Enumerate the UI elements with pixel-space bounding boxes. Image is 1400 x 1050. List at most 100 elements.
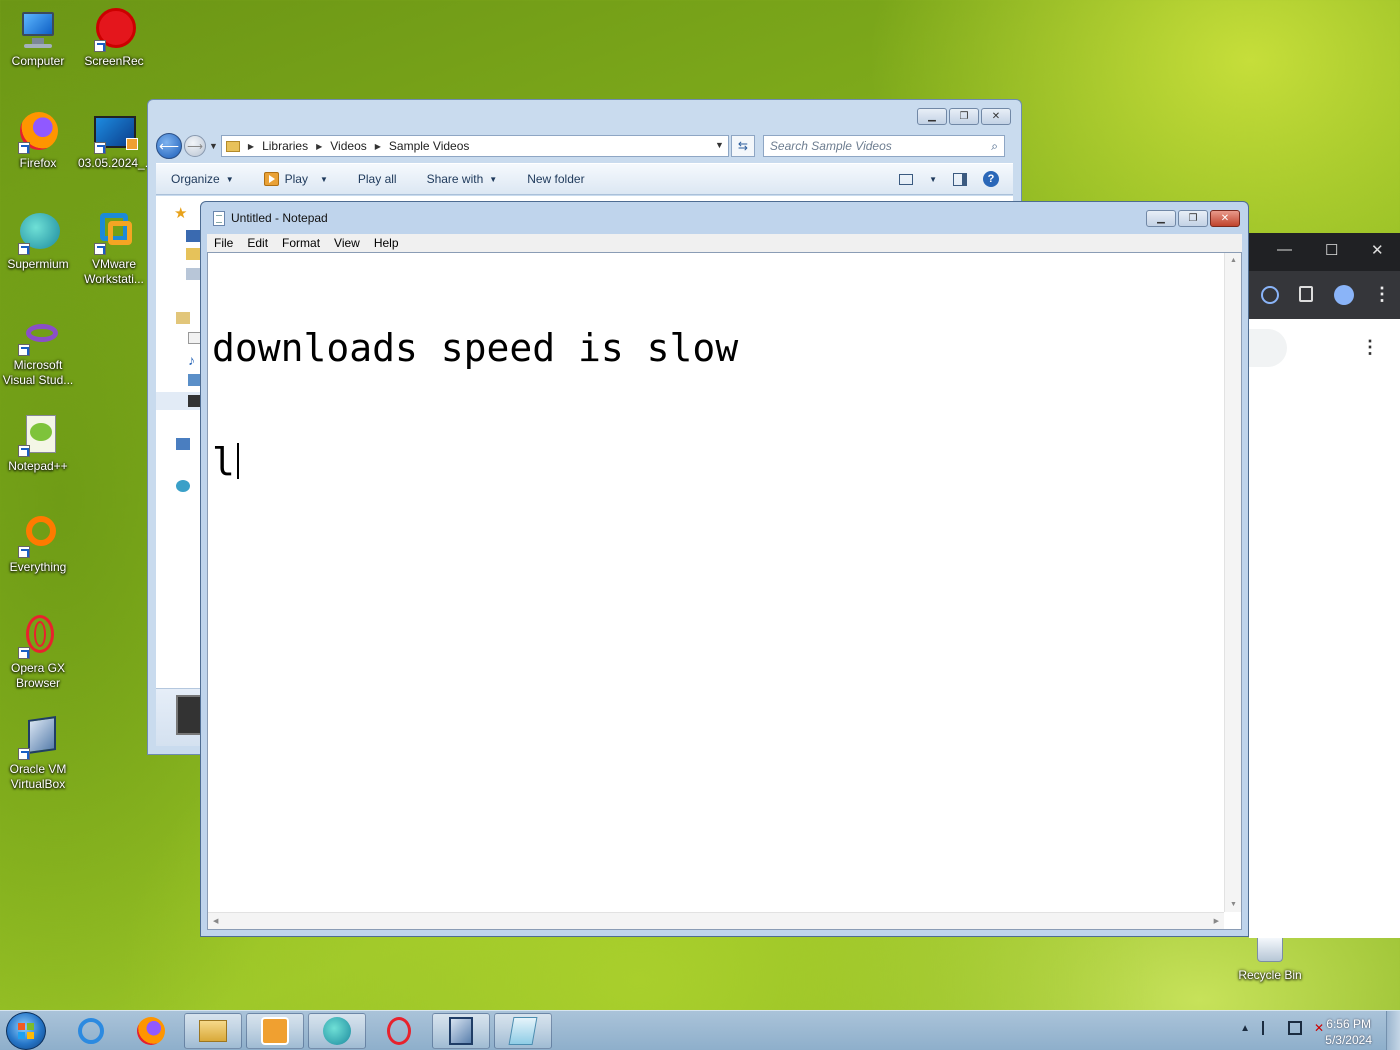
chrome-menu-icon[interactable]: ⋮ — [1373, 285, 1391, 303]
refresh-button[interactable]: ⇆ — [730, 135, 755, 157]
menu-edit[interactable]: Edit — [240, 236, 275, 250]
refresh-icon: ⇆ — [737, 139, 748, 153]
breadcrumb-videos[interactable]: Videos — [330, 139, 366, 153]
firefox-icon — [137, 1017, 165, 1045]
desktop-nav-icon[interactable] — [186, 230, 200, 242]
breadcrumb-libraries[interactable]: Libraries — [262, 139, 308, 153]
share-with-button[interactable]: Share with ▼ — [412, 172, 513, 186]
clock[interactable]: 6:56 PM 5/3/2024 — [1325, 1016, 1372, 1048]
explorer-minimize-button[interactable]: ▁ — [917, 108, 947, 125]
address-bar[interactable]: ▶ Libraries ▶ Videos ▶ Sample Videos ▼ — [220, 135, 729, 157]
explorer-nav-row: ⟵ ⟶ ▼ ▶ Libraries ▶ Videos ▶ Sample Vide… — [156, 133, 1013, 159]
scroll-up-icon[interactable]: ▲ — [1230, 257, 1237, 264]
desktop-icon-visual-studio[interactable]: Microsoft Visual Stud... — [2, 312, 74, 388]
explorer-close-button[interactable]: ✕ — [981, 108, 1011, 125]
new-folder-button[interactable]: New folder — [512, 172, 599, 186]
recent-pages-button[interactable]: ▼ — [209, 141, 218, 151]
scroll-left-icon[interactable]: ◀ — [213, 917, 218, 925]
horizontal-scrollbar[interactable]: ◀ ▶ — [208, 912, 1224, 929]
menu-view[interactable]: View — [327, 236, 367, 250]
download-icon[interactable] — [1261, 286, 1279, 304]
breadcrumb-separator-icon[interactable]: ▶ — [316, 142, 322, 151]
chrome-toolbar: ⋮ — [1249, 271, 1400, 319]
desktop-icon-firefox[interactable]: Firefox — [2, 110, 74, 171]
profile-avatar-icon[interactable] — [1334, 285, 1354, 305]
network-icon[interactable] — [1288, 1021, 1302, 1035]
recent-places-nav-icon[interactable] — [186, 268, 200, 280]
show-desktop-button[interactable] — [1386, 1011, 1400, 1050]
taskbar-notepad[interactable] — [494, 1013, 552, 1049]
view-options-icon[interactable]: ▼ — [929, 175, 937, 184]
forward-button[interactable]: ⟶ — [184, 135, 206, 157]
side-panel-icon[interactable] — [1299, 286, 1313, 302]
desktop-icon-video-file[interactable]: 03.05.2024_... — [78, 110, 155, 171]
chrome-maximize-button[interactable]: ☐ — [1325, 241, 1338, 259]
start-button[interactable] — [6, 1012, 46, 1050]
computer-nav-icon[interactable] — [176, 438, 190, 450]
play-all-label: Play all — [357, 172, 397, 186]
desktop-icon-label: 03.05.2024_... — [78, 156, 155, 170]
breadcrumb-separator-icon[interactable]: ▶ — [375, 142, 381, 151]
taskbar-virtualbox[interactable] — [432, 1013, 490, 1049]
taskbar-firefox[interactable] — [122, 1013, 180, 1049]
folder-icon — [225, 140, 240, 152]
taskbar-media-player[interactable] — [246, 1013, 304, 1049]
desktop-icon-vmware[interactable]: VMware Workstati... — [78, 211, 150, 287]
breadcrumb-separator-icon[interactable]: ▶ — [248, 142, 254, 151]
menu-help[interactable]: Help — [367, 236, 406, 250]
notepad-close-button[interactable]: ✕ — [1210, 210, 1240, 227]
libraries-nav-icon[interactable] — [176, 312, 190, 324]
desktop-icon-computer[interactable]: Computer — [2, 8, 74, 69]
help-icon[interactable]: ? — [983, 171, 999, 187]
notepad-icon — [508, 1017, 538, 1045]
desktop-icon-screenrec[interactable]: ScreenRec — [78, 8, 150, 69]
firefox-icon — [16, 110, 60, 154]
breadcrumb-sample-videos[interactable]: Sample Videos — [389, 139, 470, 153]
taskbar-supermium[interactable] — [308, 1013, 366, 1049]
desktop-icon-supermium[interactable]: Supermium — [2, 211, 74, 272]
desktop-icon-everything[interactable]: Everything — [2, 514, 74, 575]
taskbar-explorer[interactable] — [184, 1013, 242, 1049]
notepad-text-area[interactable]: downloads speed is slow l ▲ ▼ ◀ ▶ — [207, 252, 1242, 930]
desktop-icon-recycle-bin[interactable]: Recycle Bin — [1232, 938, 1308, 982]
vertical-scrollbar[interactable]: ▲ ▼ — [1224, 253, 1241, 912]
text-line-2: l — [212, 443, 1219, 481]
chrome-close-button[interactable]: ✕ — [1371, 241, 1384, 259]
back-button[interactable]: ⟵ — [156, 133, 182, 159]
page-more-icon[interactable]: ⋮ — [1361, 337, 1379, 358]
menu-format[interactable]: Format — [275, 236, 327, 250]
chrome-minimize-button[interactable]: — — [1277, 241, 1292, 258]
action-center-flag-icon[interactable] — [1262, 1021, 1276, 1035]
explorer-maximize-button[interactable]: ❐ — [949, 108, 979, 125]
taskbar-opera[interactable] — [370, 1013, 428, 1049]
chevron-down-icon: ▼ — [319, 174, 328, 184]
scroll-down-icon[interactable]: ▼ — [1230, 901, 1237, 908]
navigation-pane: ★ ♪ — [156, 196, 202, 746]
scroll-right-icon[interactable]: ▶ — [1214, 917, 1219, 925]
notepad-maximize-button[interactable]: ❐ — [1178, 210, 1208, 227]
media-player-icon — [261, 1017, 289, 1045]
network-nav-icon[interactable] — [176, 480, 190, 492]
search-placeholder: Search Sample Videos — [769, 139, 892, 153]
desktop-icon-notepadpp[interactable]: Notepad++ — [2, 413, 74, 474]
play-button[interactable]: Play ▼ — [249, 172, 343, 186]
downloads-nav-icon[interactable] — [186, 248, 200, 260]
change-view-icon[interactable] — [899, 173, 914, 185]
shortcut-arrow-icon — [94, 243, 106, 255]
chrome-window[interactable]: — ☐ ✕ ⋮ ⋮ — [1249, 233, 1400, 938]
favorites-star-icon[interactable]: ★ — [174, 204, 192, 222]
desktop-icon-virtualbox[interactable]: Oracle VM VirtualBox — [2, 716, 74, 792]
taskbar: ▲ ✕ 6:56 PM 5/3/2024 — [0, 1010, 1400, 1050]
desktop-icon-label: Supermium — [7, 257, 69, 271]
show-hidden-icons-icon[interactable]: ▲ — [1240, 1023, 1250, 1034]
desktop-icon-opera-gx[interactable]: Opera GX Browser — [2, 615, 74, 691]
notepad-window[interactable]: Untitled - Notepad ▁ ❐ ✕ File Edit Forma… — [200, 201, 1249, 937]
address-dropdown-icon[interactable]: ▼ — [715, 140, 724, 150]
notepad-minimize-button[interactable]: ▁ — [1146, 210, 1176, 227]
preview-pane-icon[interactable] — [953, 172, 967, 186]
menu-file[interactable]: File — [207, 236, 240, 250]
search-input[interactable]: Search Sample Videos ⌕ — [762, 135, 1005, 157]
play-all-button[interactable]: Play all — [343, 172, 412, 186]
organize-button[interactable]: Organize ▼ — [156, 172, 249, 186]
taskbar-internet-explorer[interactable] — [62, 1013, 120, 1049]
